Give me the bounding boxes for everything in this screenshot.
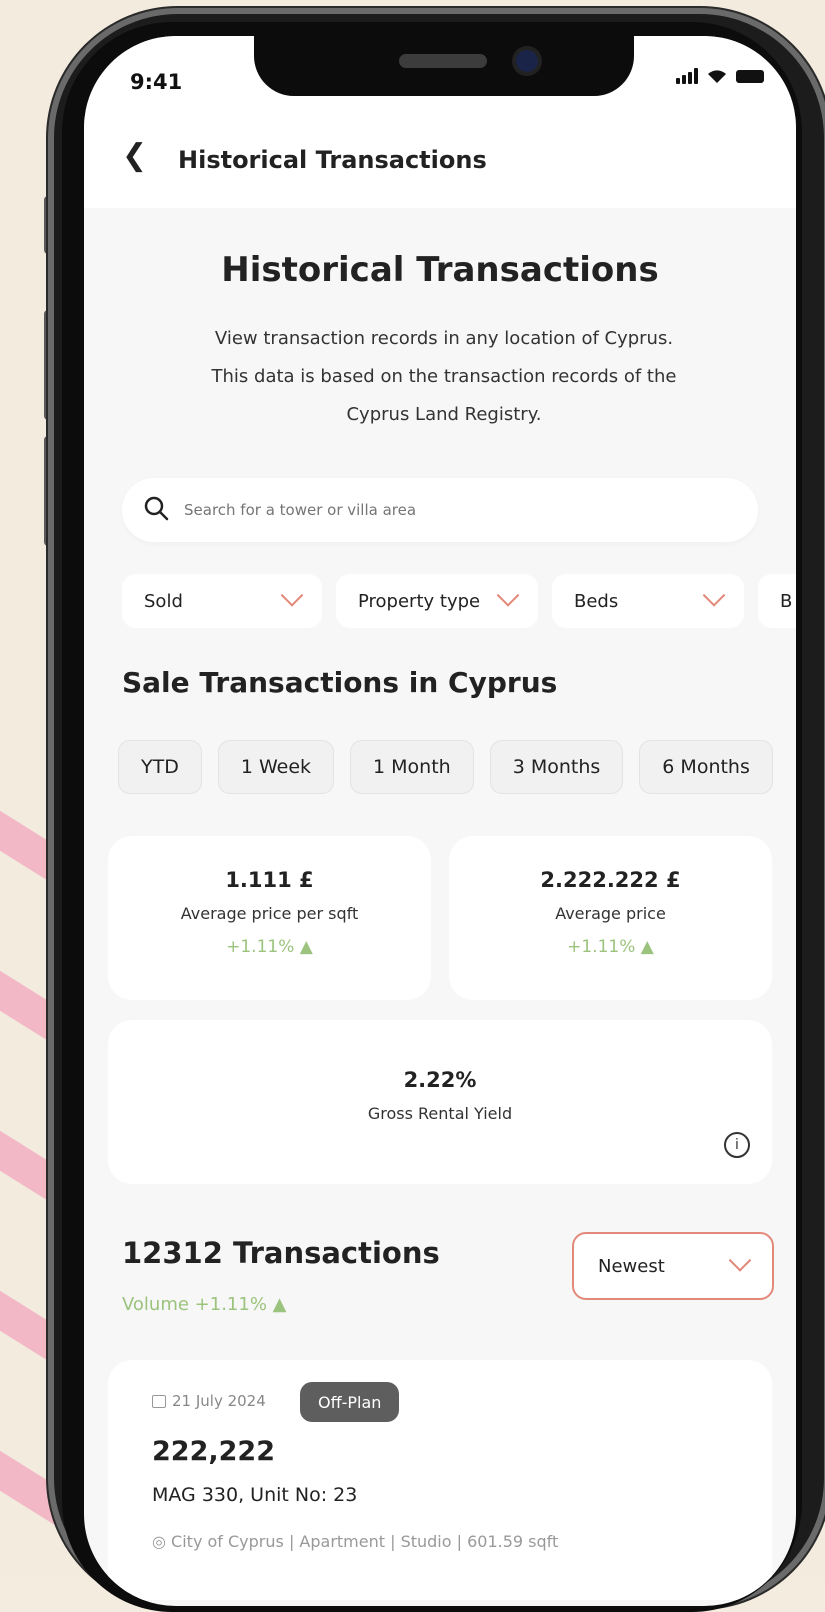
page-description: View transaction records in any location… xyxy=(194,320,694,434)
yield-label: Gross Rental Yield xyxy=(108,1104,772,1123)
search-icon xyxy=(142,494,170,522)
stat-value: 1.111 £ xyxy=(108,868,431,892)
transaction-unit: MAG 330, Unit No: 23 xyxy=(152,1484,357,1506)
period-tab-1-month[interactable]: 1 Month xyxy=(350,740,474,794)
period-tab-3-months[interactable]: 3 Months xyxy=(490,740,624,794)
camera xyxy=(516,50,538,72)
filter-label: B xyxy=(780,591,792,612)
info-icon[interactable]: i xyxy=(724,1132,750,1158)
sort-dropdown[interactable]: Newest xyxy=(572,1232,774,1300)
speaker xyxy=(399,54,487,68)
signal-icon xyxy=(676,68,698,84)
status-time: 9:41 xyxy=(130,70,182,94)
stat-change: +1.11% ▲ xyxy=(108,937,431,957)
date-text: 21 July 2024 xyxy=(172,1392,266,1410)
sort-label: Newest xyxy=(598,1256,665,1277)
filter-label: Beds xyxy=(574,591,618,612)
period-tabs: YTD 1 Week 1 Month 3 Months 6 Months xyxy=(118,740,773,794)
section-title: Sale Transactions in Cyprus xyxy=(122,666,557,699)
status-icons xyxy=(676,68,764,84)
filter-label: Sold xyxy=(144,591,183,612)
stat-label: Average price xyxy=(449,904,772,923)
stat-card-rental-yield: 2.22% Gross Rental Yield i xyxy=(108,1020,772,1184)
search-input[interactable] xyxy=(184,496,704,524)
chevron-down-icon xyxy=(281,584,304,607)
chevron-down-icon xyxy=(729,1249,752,1272)
stat-label: Average price per sqft xyxy=(108,904,431,923)
wifi-icon xyxy=(706,68,728,84)
filter-more-dropdown[interactable]: B xyxy=(758,574,796,628)
transactions-count: 12312 Transactions xyxy=(122,1236,440,1270)
filter-label: Property type xyxy=(358,591,480,612)
transaction-card[interactable]: 21 July 2024 Off-Plan 222,222 MAG 330, U… xyxy=(108,1360,772,1600)
yield-value: 2.22% xyxy=(108,1068,772,1092)
notch xyxy=(254,36,634,96)
status-badge: Off-Plan xyxy=(300,1382,399,1422)
transactions-volume: Volume +1.11% ▲ xyxy=(122,1294,287,1315)
period-tab-ytd[interactable]: YTD xyxy=(118,740,202,794)
screen: 9:41 ❮ Historical Transactions Historica… xyxy=(84,36,796,1606)
transaction-date: 21 July 2024 xyxy=(152,1392,266,1410)
calendar-icon xyxy=(152,1395,166,1408)
stat-change: +1.11% ▲ xyxy=(449,937,772,957)
nav-bar: ❮ Historical Transactions xyxy=(84,116,796,208)
stat-card-average-price: 2.222.222 £ Average price +1.11% ▲ xyxy=(449,836,772,1000)
transaction-price: 222,222 xyxy=(152,1436,275,1467)
transaction-meta: ◎ City of Cyprus | Apartment | Studio | … xyxy=(152,1532,558,1551)
chevron-down-icon xyxy=(497,584,520,607)
back-chevron-icon[interactable]: ❮ xyxy=(122,138,147,173)
stat-value: 2.222.222 £ xyxy=(449,868,772,892)
stat-card-price-per-sqft: 1.111 £ Average price per sqft +1.11% ▲ xyxy=(108,836,431,1000)
filter-status-dropdown[interactable]: Sold xyxy=(122,574,322,628)
nav-title: Historical Transactions xyxy=(178,146,487,174)
search-bar[interactable] xyxy=(122,478,758,542)
period-tab-1-week[interactable]: 1 Week xyxy=(218,740,334,794)
stats-cards: 1.111 £ Average price per sqft +1.11% ▲ … xyxy=(108,836,772,1000)
filter-property-type-dropdown[interactable]: Property type xyxy=(336,574,538,628)
chevron-down-icon xyxy=(703,584,726,607)
page-title: Historical Transactions xyxy=(84,250,796,290)
filter-row: Sold Property type Beds B xyxy=(122,574,796,628)
filter-beds-dropdown[interactable]: Beds xyxy=(552,574,744,628)
period-tab-6-months[interactable]: 6 Months xyxy=(639,740,773,794)
battery-icon xyxy=(736,70,764,83)
